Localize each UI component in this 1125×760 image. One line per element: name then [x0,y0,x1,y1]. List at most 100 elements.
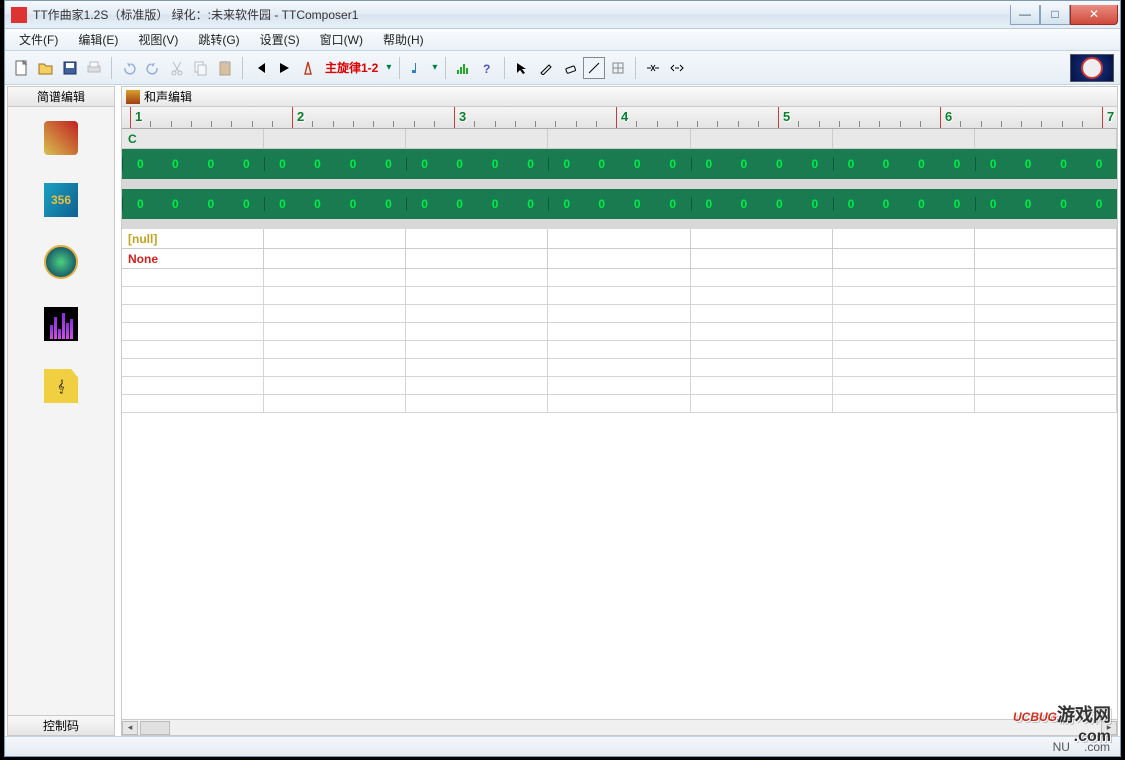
note-cell[interactable]: 0 [1081,157,1117,171]
note-cell[interactable]: 0 [300,157,336,171]
note-cell[interactable]: 0 [691,157,727,171]
line-tool-button[interactable] [583,57,605,79]
note-cell[interactable]: 0 [1081,197,1117,211]
note-cell[interactable]: 0 [868,157,904,171]
note-cell[interactable]: 0 [691,197,727,211]
note-cell[interactable]: 0 [868,197,904,211]
grid-tool-button[interactable] [607,57,629,79]
meta-cell[interactable] [406,229,548,248]
note-cell[interactable]: 0 [193,197,229,211]
note-cell[interactable]: 0 [442,157,478,171]
note-cell[interactable]: 0 [1010,157,1046,171]
meta-cell[interactable] [264,249,406,268]
note-cell[interactable]: 0 [726,197,762,211]
save-button[interactable] [59,57,81,79]
meta-cell[interactable] [975,249,1117,268]
track-selector-label[interactable]: 主旋律1-2 [321,59,382,76]
menu-item[interactable]: 编辑(E) [70,29,126,50]
note-cell[interactable]: 0 [371,157,407,171]
note-cell[interactable]: 0 [939,197,975,211]
meta-cell[interactable] [975,229,1117,248]
note-cell[interactable]: 0 [548,157,584,171]
pencil-tool-button[interactable] [535,57,557,79]
menu-item[interactable]: 视图(V) [130,29,186,50]
note-cell[interactable]: 0 [477,197,513,211]
note-cell[interactable]: 0 [939,157,975,171]
velocity-button[interactable] [452,57,474,79]
chord-cell[interactable] [548,129,690,148]
note-cell[interactable]: 0 [620,157,656,171]
collapse-h-button[interactable] [642,57,664,79]
meta-cell[interactable] [264,229,406,248]
empty-grid[interactable] [122,269,1117,413]
note-cell[interactable]: 0 [833,157,869,171]
note-cell[interactable]: 0 [904,157,940,171]
note-cell[interactable]: 0 [513,157,549,171]
meta-cell[interactable] [691,229,833,248]
rewind-button[interactable] [249,57,271,79]
meta-cell[interactable] [833,249,975,268]
grid-row[interactable] [122,395,1117,413]
note-cell[interactable]: 0 [335,197,371,211]
grid-row[interactable] [122,323,1117,341]
meta-cell[interactable] [548,229,690,248]
editor-canvas[interactable] [122,413,1117,719]
note-cell[interactable]: 0 [620,197,656,211]
menu-item[interactable]: 文件(F) [11,29,66,50]
note-row[interactable]: 0000000000000000000000000000 [122,189,1117,219]
note-cell[interactable]: 0 [122,197,158,211]
dropdown-icon[interactable]: ▾ [430,62,439,73]
sidebar-tool-equalizer[interactable] [44,307,78,341]
note-cell[interactable]: 0 [229,197,265,211]
scroll-thumb[interactable] [140,721,170,735]
note-cell[interactable]: 0 [513,197,549,211]
chord-cell[interactable] [264,129,406,148]
play-button[interactable] [273,57,295,79]
dropdown-icon[interactable]: ▾ [384,62,393,73]
note-row[interactable]: 0000000000000000000000000000 [122,149,1117,179]
open-file-button[interactable] [35,57,57,79]
editor-title-bar[interactable]: 和声编辑 [122,87,1117,107]
meta-cell[interactable] [548,249,690,268]
note-cell[interactable]: 0 [264,197,300,211]
menu-item[interactable]: 跳转(G) [190,29,247,50]
note-cell[interactable]: 0 [762,157,798,171]
chord-row[interactable]: C [122,129,1117,149]
grid-row[interactable] [122,305,1117,323]
meta-row-none[interactable]: None [122,249,1117,269]
note-cell[interactable]: 0 [1010,197,1046,211]
sidebar-tool-notes[interactable] [44,121,78,155]
copy-button[interactable] [190,57,212,79]
scroll-left-button[interactable]: ◂ [122,721,138,735]
note-cell[interactable]: 0 [1046,157,1082,171]
print-button[interactable] [83,57,105,79]
undo-button[interactable] [118,57,140,79]
note-cell[interactable]: 0 [797,197,833,211]
note-cell[interactable]: 0 [548,197,584,211]
chord-cell[interactable] [833,129,975,148]
chord-cell[interactable]: C [122,129,264,148]
meta-cell[interactable] [406,249,548,268]
close-button[interactable]: ✕ [1070,5,1118,25]
sidebar-tool-numbers[interactable]: 356 [44,183,78,217]
meta-cell[interactable]: None [122,249,264,268]
note-cell[interactable]: 0 [193,157,229,171]
titlebar[interactable]: TT作曲家1.2S（标准版） 绿化：:未来软件园 - TTComposer1 —… [5,1,1120,29]
note-cell[interactable]: 0 [371,197,407,211]
paste-button[interactable] [214,57,236,79]
note-cell[interactable]: 0 [655,197,691,211]
new-file-button[interactable] [11,57,33,79]
metronome-button[interactable] [297,57,319,79]
note-cell[interactable]: 0 [655,157,691,171]
menu-item[interactable]: 设置(S) [252,29,308,50]
note-cell[interactable]: 0 [158,197,194,211]
sidebar-footer[interactable]: 控制码 [8,715,114,735]
grid-row[interactable] [122,377,1117,395]
sidebar-tool-lyrics[interactable] [44,245,78,279]
note-cell[interactable]: 0 [477,157,513,171]
note-cell[interactable]: 0 [797,157,833,171]
grid-row[interactable] [122,269,1117,287]
note-cell[interactable]: 0 [584,157,620,171]
help-button[interactable]: ? [476,57,498,79]
meta-row-null[interactable]: [null] [122,229,1117,249]
